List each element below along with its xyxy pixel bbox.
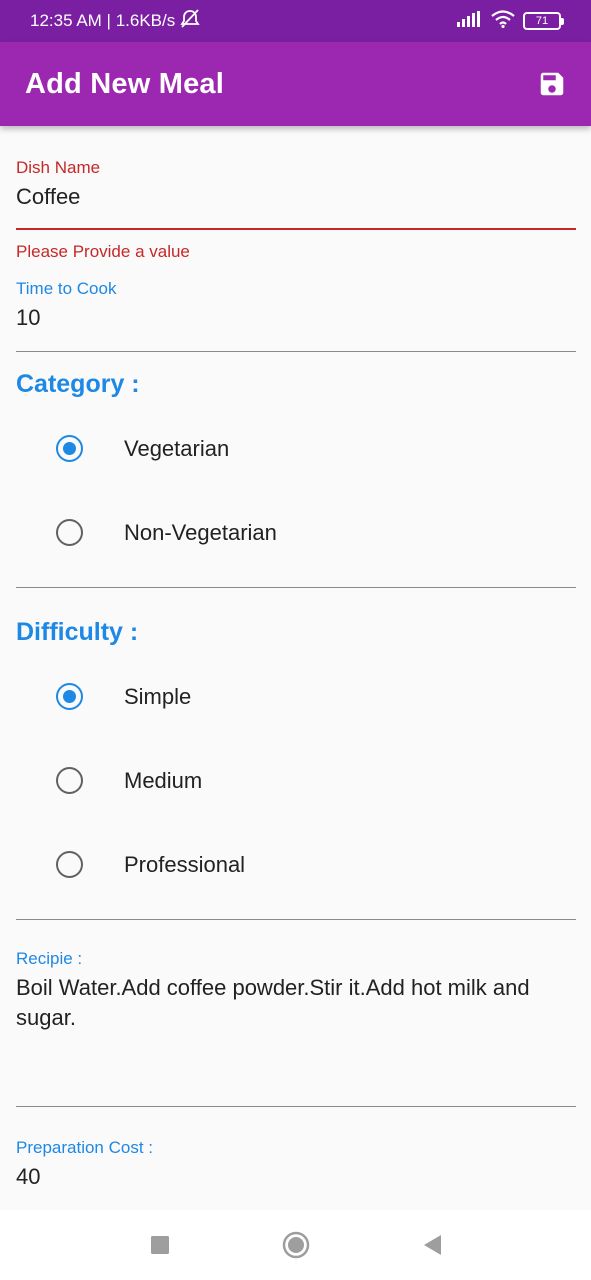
radio-simple[interactable]: Simple [56, 683, 191, 710]
wifi-icon [491, 9, 515, 33]
dish-name-label: Dish Name [16, 158, 101, 177]
radio-non-vegetarian[interactable]: Non-Vegetarian [56, 519, 277, 546]
radio-checked-icon [56, 435, 83, 462]
category-title: Category : [16, 370, 140, 398]
square-icon [150, 1236, 169, 1254]
signal-icon [457, 10, 483, 32]
difficulty-title: Difficulty : [16, 618, 139, 646]
radio-label: Professional [124, 851, 246, 877]
dish-name-field[interactable]: Dish Name Coffee [16, 158, 576, 210]
battery-level: 71 [535, 15, 549, 27]
preparation-cost-input[interactable]: 40 [16, 1164, 576, 1190]
radio-checked-icon [56, 683, 83, 710]
app-bar: Add New Meal [0, 42, 591, 126]
dish-name-error: Please Provide a value [16, 242, 190, 261]
difficulty-divider [16, 919, 576, 920]
recipe-field[interactable]: Recipie : Boil Water.Add coffee powder.S… [16, 949, 576, 1033]
radio-professional[interactable]: Professional [56, 851, 245, 878]
radio-label: Medium [124, 767, 203, 793]
save-button[interactable] [535, 67, 569, 101]
recipe-underline [16, 1106, 576, 1107]
radio-label: Simple [124, 683, 192, 709]
mute-icon [179, 8, 201, 34]
back-button[interactable] [417, 1230, 447, 1260]
radio-label: Non-Vegetarian [124, 519, 277, 545]
preparation-cost-label: Preparation Cost : [16, 1138, 154, 1157]
battery-icon: 71 [523, 12, 564, 30]
system-nav-bar [0, 1210, 591, 1280]
status-time-speed: 12:35 AM | 1.6KB/s [30, 11, 176, 30]
preparation-cost-field[interactable]: Preparation Cost : 40 [16, 1138, 576, 1190]
category-divider [16, 587, 576, 588]
status-right: 71 [457, 9, 564, 33]
status-bar: 12:35 AM | 1.6KB/s 71 [0, 0, 591, 42]
triangle-back-icon [423, 1235, 441, 1255]
time-to-cook-input[interactable]: 10 [16, 305, 576, 331]
circle-icon [282, 1231, 309, 1259]
radio-vegetarian[interactable]: Vegetarian [56, 435, 229, 462]
recipe-label: Recipie : [16, 949, 83, 968]
time-to-cook-field[interactable]: Time to Cook 10 [16, 279, 576, 331]
save-icon [540, 72, 564, 96]
time-to-cook-label: Time to Cook [16, 279, 117, 298]
recents-button[interactable] [145, 1230, 175, 1260]
radio-medium[interactable]: Medium [56, 767, 202, 794]
radio-unchecked-icon [56, 767, 83, 794]
page-title: Add New Meal [25, 67, 224, 100]
status-left: 12:35 AM | 1.6KB/s [30, 8, 201, 34]
dish-name-underline [16, 228, 576, 230]
radio-unchecked-icon [56, 519, 83, 546]
radio-label: Vegetarian [124, 435, 230, 461]
time-to-cook-underline [16, 351, 576, 352]
dish-name-input[interactable]: Coffee [16, 184, 576, 210]
radio-unchecked-icon [56, 851, 83, 878]
recipe-input[interactable]: Boil Water.Add coffee powder.Stir it.Add… [16, 973, 576, 1033]
home-button[interactable] [281, 1230, 311, 1260]
